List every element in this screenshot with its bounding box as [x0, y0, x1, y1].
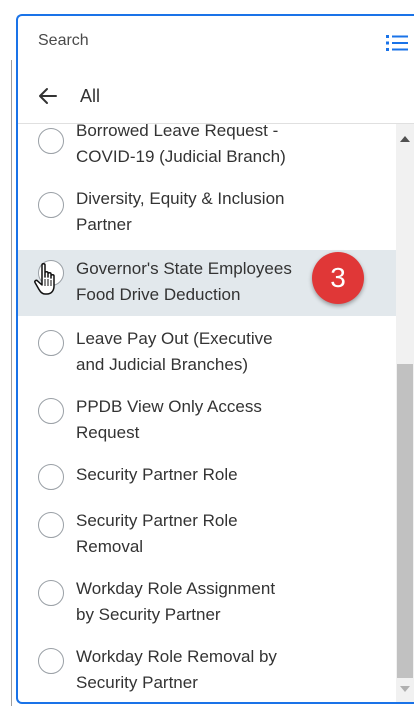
- radio-button[interactable]: [38, 464, 64, 490]
- radio-button[interactable]: [38, 648, 64, 674]
- list-item-workday-role-removal[interactable]: Workday Role Removal by Security Partner: [18, 638, 398, 702]
- list-item-diversity-equity-inclusion[interactable]: Diversity, Equity & Inclusion Partner: [18, 182, 398, 246]
- item-label: Borrowed Leave Request - COVID-19 (Judici…: [76, 121, 286, 166]
- list-item-security-partner-role-removal[interactable]: Security Partner Role Removal: [18, 502, 398, 568]
- list-item-ppdb-view-only[interactable]: PPDB View Only Access Request: [18, 388, 398, 454]
- item-label: Security Partner Role Removal: [76, 511, 238, 556]
- back-to-all-row[interactable]: All: [18, 68, 414, 124]
- list-item-leave-pay-out[interactable]: Leave Pay Out (Executive and Judicial Bra…: [18, 320, 398, 386]
- step-number-badge: 3: [312, 252, 364, 304]
- window-edge: [11, 60, 12, 706]
- radio-button[interactable]: [38, 580, 64, 606]
- radio-button[interactable]: [38, 192, 64, 218]
- item-label: Workday Role Removal by Security Partner: [76, 647, 277, 692]
- item-label: Leave Pay Out (Executive and Judicial Bra…: [76, 329, 273, 374]
- list-view-icon[interactable]: [386, 34, 408, 52]
- radio-button[interactable]: [38, 330, 64, 356]
- list-item-security-partner-role[interactable]: Security Partner Role: [18, 456, 398, 502]
- search-box[interactable]: [16, 14, 414, 68]
- radio-button[interactable]: [38, 398, 64, 424]
- back-label: All: [80, 86, 101, 106]
- prompt-dropdown: All Borrowed Leave Request -COVID-19 (Ju…: [0, 0, 414, 706]
- item-label: Diversity, Equity & Inclusion Partner: [76, 189, 285, 234]
- options-panel: All Borrowed Leave Request - COVID-19 (Ju…: [16, 68, 414, 704]
- search-input[interactable]: [38, 26, 338, 56]
- scrollbar-thumb[interactable]: [397, 364, 413, 678]
- scrollbar[interactable]: [396, 124, 414, 702]
- hand-pointer-icon: [34, 263, 55, 295]
- list-item-borrowed-leave-request[interactable]: Borrowed Leave Request - COVID-19 (Judici…: [18, 120, 398, 182]
- item-label: Workday Role Assignment by Security Partn…: [76, 579, 276, 624]
- radio-button[interactable]: [38, 512, 64, 538]
- item-label: Security Partner Role: [76, 465, 238, 484]
- arrow-left-icon[interactable]: [36, 84, 60, 108]
- list-item-workday-role-assignment[interactable]: Workday Role Assignment by Security Partn…: [18, 570, 398, 636]
- scroll-down-arrow-icon[interactable]: [400, 686, 410, 692]
- item-label: PPDB View Only Access Request: [76, 397, 262, 442]
- radio-button[interactable]: [38, 128, 64, 154]
- scroll-up-arrow-icon[interactable]: [400, 136, 410, 142]
